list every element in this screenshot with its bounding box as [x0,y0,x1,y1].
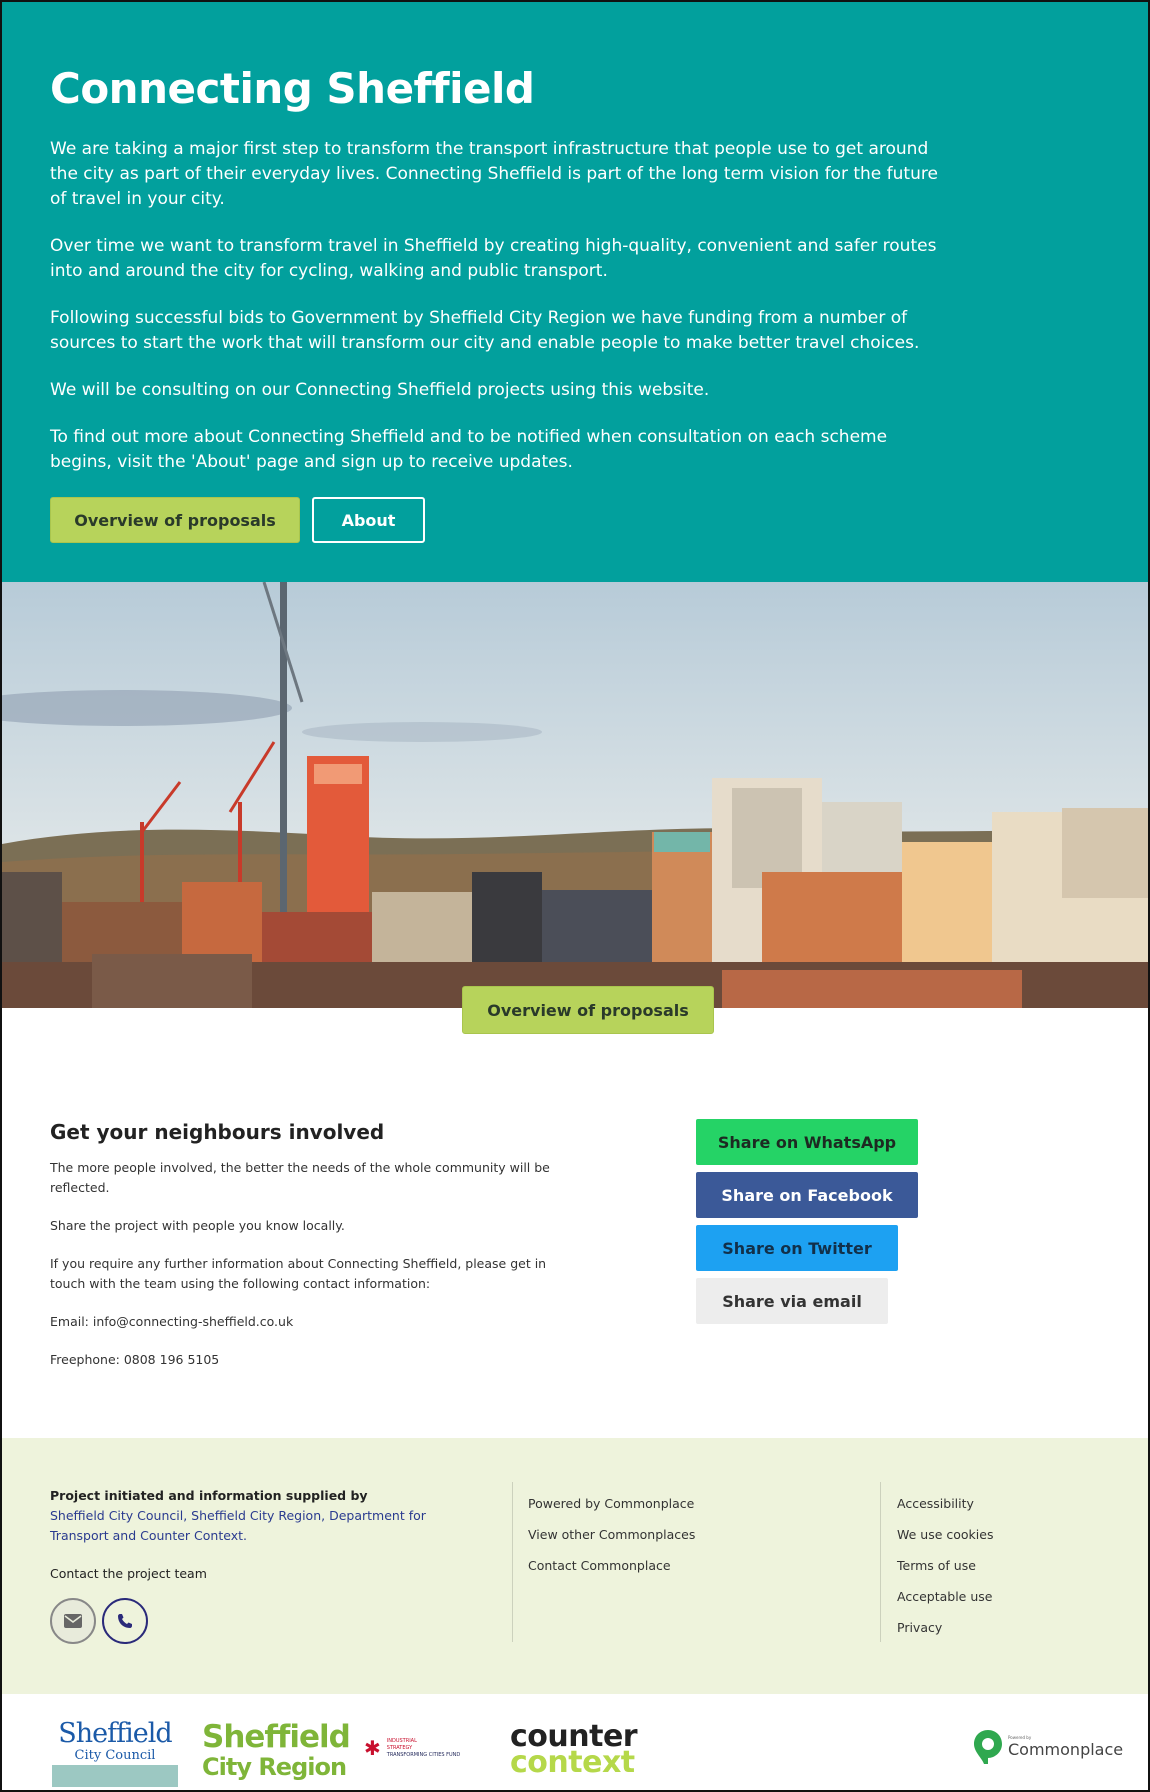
footer-divider [512,1482,513,1642]
share-twitter-button[interactable]: Share on Twitter [696,1225,898,1271]
scr-logo-sub: City Region [202,1753,347,1781]
involve-paragraph: The more people involved, the better the… [50,1160,550,1195]
hero-paragraph: Over time we want to transform travel in… [50,236,937,281]
cookies-link[interactable]: We use cookies [897,1519,993,1550]
contact-team-label: Contact the project team [50,1566,207,1581]
industrial-strategy-text: INDUSTRIAL STRATEGY TRANSFORMING CITIES … [387,1738,460,1759]
involve-paragraph: Share the project with people you know l… [50,1218,345,1233]
overview-of-proposals-button[interactable]: Overview of proposals [50,497,300,543]
involve-heading: Get your neighbours involved [50,1120,385,1144]
overview-of-proposals-button-secondary[interactable]: Overview of proposals [462,986,714,1034]
industrial-strategy-star-icon: ✱ [364,1738,381,1760]
scc-logo-sub: City Council [74,1748,156,1763]
privacy-link[interactable]: Privacy [897,1612,993,1643]
footer-commonplace-links: Powered by Commonplace View other Common… [528,1488,695,1581]
scc-logo-name: Sheffield [58,1718,172,1749]
hero-paragraph: To find out more about Connecting Sheffi… [50,427,888,472]
about-button[interactable]: About [312,497,425,543]
terms-of-use-link[interactable]: Terms of use [897,1550,993,1581]
sheffield-skyline-image [2,582,1148,1008]
hero-section: Connecting Sheffield We are taking a maj… [2,2,1148,582]
get-involved-section: Get your neighbours involved The more pe… [50,1120,570,1388]
share-whatsapp-button[interactable]: Share on WhatsApp [696,1119,918,1165]
hero-paragraph: We are taking a major first step to tran… [50,139,938,209]
commonplace-logo[interactable]: Powered by Commonplace [974,1730,1123,1764]
scr-logo-name: Sheffield [202,1719,351,1755]
acceptable-use-link[interactable]: Acceptable use [897,1581,993,1612]
share-facebook-button[interactable]: Share on Facebook [696,1172,918,1218]
contact-phone: Freephone: 0808 196 5105 [50,1352,220,1367]
commonplace-pin-icon [974,1730,1002,1764]
industrial-strategy-logo: ✱ INDUSTRIAL STRATEGY TRANSFORMING CITIE… [364,1736,460,1761]
scc-logo-bar [52,1765,178,1787]
sheffield-city-council-logo: Sheffield City Council [52,1718,178,1790]
contact-icons [50,1598,450,1644]
phone-icon[interactable] [102,1598,148,1644]
partner-logos: Sheffield City Council Sheffield City Re… [2,1694,1148,1790]
commonplace-name: Commonplace [1008,1740,1124,1759]
accessibility-link[interactable]: Accessibility [897,1488,993,1519]
hero-buttons: Overview of proposals About [50,497,1148,543]
footer-legal-links: Accessibility We use cookies Terms of us… [897,1488,993,1643]
contact-email: Email: info@connecting-sheffield.co.uk [50,1314,294,1329]
footer-divider [880,1482,881,1642]
skyline-illustration [2,582,1148,1008]
share-email-button[interactable]: Share via email [696,1278,888,1324]
counter-context-logo: counter context [510,1722,638,1780]
involve-paragraph: If you require any further information a… [50,1256,547,1291]
share-buttons: Share on WhatsApp Share on Facebook Shar… [696,1119,918,1331]
initiated-by-label: Project initiated and information suppli… [50,1488,368,1503]
hero-paragraph: We will be consulting on our Connecting … [50,380,710,400]
initiated-by-orgs: Sheffield City Council, Sheffield City R… [50,1508,426,1543]
page-title: Connecting Sheffield [50,64,535,113]
is-line: INDUSTRIAL [386,1738,417,1744]
is-line: TRANSFORMING CITIES FUND [386,1752,461,1758]
is-line: STRATEGY [386,1745,413,1751]
sheffield-city-region-logo: Sheffield City Region [202,1719,351,1782]
powered-by-commonplace-link[interactable]: Powered by Commonplace [528,1488,695,1519]
commonplace-logo-text: Powered by Commonplace [1008,1735,1123,1759]
contact-commonplace-link[interactable]: Contact Commonplace [528,1550,695,1581]
page-frame: Connecting Sheffield We are taking a maj… [0,0,1150,1792]
footer-project-info: Project initiated and information suppli… [50,1486,450,1644]
mail-icon[interactable] [50,1598,96,1644]
cc-logo-bottom: context [510,1745,635,1780]
view-other-commonplaces-link[interactable]: View other Commonplaces [528,1519,695,1550]
hero-paragraph: Following successful bids to Government … [50,308,920,353]
footer: Project initiated and information suppli… [2,1438,1148,1694]
